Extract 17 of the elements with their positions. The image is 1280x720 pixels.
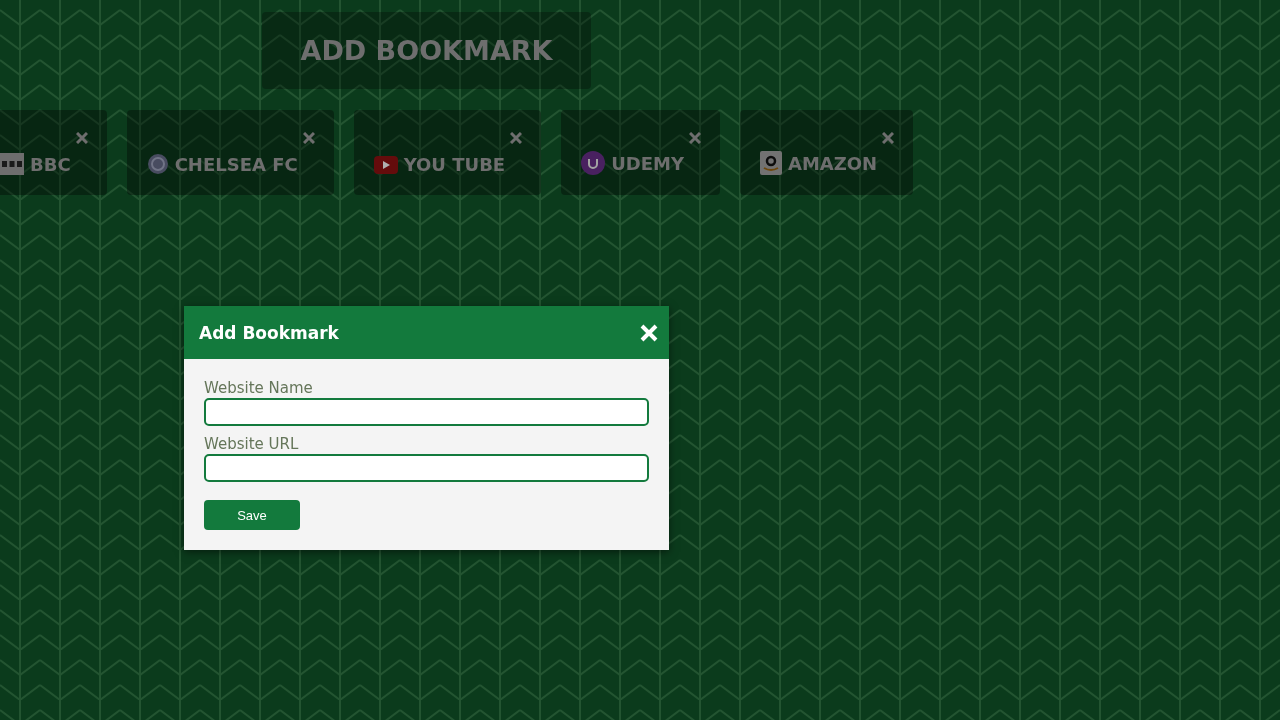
close-icon[interactable] xyxy=(302,132,315,144)
close-icon[interactable] xyxy=(882,132,895,144)
close-icon[interactable] xyxy=(75,132,88,144)
input-field[interactable] xyxy=(204,398,649,426)
save-button[interactable]: Save xyxy=(204,500,300,530)
bookmark-link[interactable]: UDEMY xyxy=(581,151,684,175)
bookmark-link[interactable]: BBC xyxy=(0,153,71,175)
play-icon xyxy=(373,155,398,174)
dialog-title: Add Bookmark xyxy=(199,322,339,343)
close-icon[interactable] xyxy=(510,132,523,144)
bookmark-link[interactable]: AMAZON xyxy=(760,151,878,175)
input-field[interactable] xyxy=(204,454,649,482)
bookmark-link[interactable]: CHELSEA FC xyxy=(146,153,298,175)
field-label: Website Name xyxy=(204,379,313,398)
bookmark-link[interactable]: YOU TUBE xyxy=(373,154,506,175)
close-icon[interactable] xyxy=(689,132,701,144)
field-label: Website URL xyxy=(204,435,299,454)
